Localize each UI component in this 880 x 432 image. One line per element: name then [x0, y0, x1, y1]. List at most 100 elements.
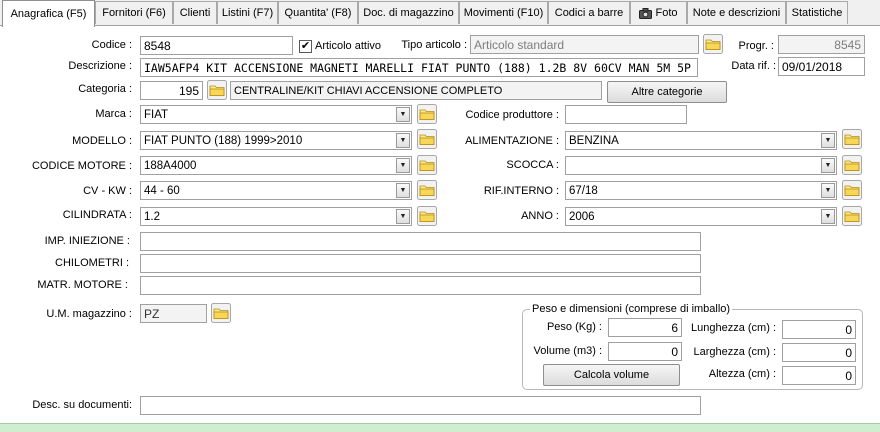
- larghezza-label: Larghezza (cm) :: [693, 346, 776, 358]
- marca-select[interactable]: FIAT ▼: [140, 105, 412, 124]
- alimentazione-select[interactable]: BENZINA ▼: [565, 131, 837, 150]
- tab-label: Codici a barre: [554, 7, 624, 19]
- codice-field[interactable]: 8548: [140, 36, 293, 55]
- folder-icon[interactable]: [417, 180, 437, 200]
- scocca-select[interactable]: ▼: [565, 156, 837, 175]
- folder-icon[interactable]: [842, 180, 862, 200]
- cv-kw-value: 44 - 60: [144, 185, 180, 197]
- rif-interno-select[interactable]: 67/18 ▼: [565, 181, 837, 200]
- dropdown-arrow-icon[interactable]: ▼: [396, 133, 410, 148]
- progr-field: 8545: [778, 35, 865, 54]
- tab-bar: Anagrafica (F5) Fornitori (F6) Clienti L…: [0, 0, 880, 27]
- tab-statistiche[interactable]: Statistiche: [786, 1, 848, 24]
- imp-iniezione-field[interactable]: [140, 232, 701, 251]
- codice-produttore-label: Codice produttore :: [465, 109, 559, 121]
- cv-kw-select[interactable]: 44 - 60 ▼: [140, 181, 412, 200]
- tab-divider: [0, 25, 880, 26]
- folder-icon[interactable]: [842, 155, 862, 175]
- codice-motore-select[interactable]: 188A4000 ▼: [140, 156, 412, 175]
- anno-select[interactable]: 2006 ▼: [565, 207, 837, 226]
- tab-fornitori[interactable]: Fornitori (F6): [95, 1, 173, 24]
- descrizione-label: Descrizione :: [68, 60, 132, 72]
- progr-label: Progr. :: [738, 40, 774, 52]
- folder-icon[interactable]: [211, 303, 231, 323]
- folder-icon[interactable]: [842, 129, 862, 149]
- codice-label: Codice :: [91, 39, 132, 51]
- dropdown-arrow-icon[interactable]: ▼: [821, 209, 835, 224]
- tab-note-descrizioni[interactable]: Note e descrizioni: [687, 1, 786, 24]
- status-bar: [0, 423, 880, 432]
- tab-label: Foto: [655, 7, 678, 19]
- tab-label: Quantita' (F8): [284, 7, 352, 19]
- volume-field[interactable]: 0: [608, 342, 682, 361]
- dropdown-arrow-icon[interactable]: ▼: [821, 133, 835, 148]
- tab-label: Movimenti (F10): [463, 7, 544, 19]
- peso-dimensioni-title: Peso e dimensioni (comprese di imballo): [530, 303, 733, 315]
- tab-listini[interactable]: Listini (F7): [217, 1, 278, 24]
- tab-quantita[interactable]: Quantita' (F8): [278, 1, 358, 24]
- articolo-attivo-checkbox[interactable]: ✔: [299, 40, 312, 53]
- alimentazione-value: BENZINA: [569, 135, 619, 147]
- anno-label: ANNO :: [521, 210, 559, 222]
- tipo-articolo-field[interactable]: Articolo standard: [470, 35, 699, 54]
- codice-motore-value: 188A4000: [144, 160, 197, 172]
- chilometri-field[interactable]: [140, 254, 701, 273]
- descrizione-field[interactable]: IAW5AFP4 KIT ACCENSIONE MAGNETI MARELLI …: [140, 58, 698, 77]
- categoria-code-field[interactable]: 195: [140, 81, 203, 100]
- um-magazzino-field[interactable]: PZ: [140, 304, 207, 323]
- folder-icon[interactable]: [417, 129, 437, 149]
- volume-label: Volume (m3) :: [533, 345, 602, 357]
- codice-produttore-field[interactable]: [565, 105, 687, 124]
- tab-anagrafica[interactable]: Anagrafica (F5): [2, 0, 95, 27]
- modello-select[interactable]: FIAT PUNTO (188) 1999>2010 ▼: [140, 131, 412, 150]
- articolo-attivo-label: Articolo attivo: [315, 40, 382, 52]
- dropdown-arrow-icon[interactable]: ▼: [396, 183, 410, 198]
- categoria-description: CENTRALINE/KIT CHIAVI ACCENSIONE COMPLET…: [230, 81, 602, 100]
- altezza-field[interactable]: 0: [782, 366, 856, 385]
- camera-icon: [639, 7, 653, 19]
- data-rif-field[interactable]: 09/01/2018: [778, 57, 865, 76]
- tab-label: Doc. di magazzino: [363, 7, 454, 19]
- dropdown-arrow-icon[interactable]: ▼: [396, 158, 410, 173]
- cilindrata-select[interactable]: 1.2 ▼: [140, 207, 412, 226]
- cilindrata-label: CILINDRATA :: [62, 209, 132, 221]
- larghezza-field[interactable]: 0: [782, 343, 856, 362]
- rif-interno-value: 67/18: [569, 185, 598, 197]
- folder-icon[interactable]: [417, 155, 437, 175]
- matr-motore-label: MATR. MOTORE :: [37, 279, 128, 291]
- altre-categorie-button[interactable]: Altre categorie: [607, 81, 727, 103]
- anno-value: 2006: [569, 211, 595, 223]
- lunghezza-label: Lunghezza (cm) :: [691, 322, 776, 334]
- lunghezza-field[interactable]: 0: [782, 320, 856, 339]
- data-rif-label: Data rif. :: [731, 60, 776, 72]
- peso-label: Peso (Kg) :: [546, 321, 602, 333]
- tab-label: Clienti: [179, 7, 211, 19]
- tab-codici-barre[interactable]: Codici a barre: [548, 1, 630, 24]
- folder-icon[interactable]: [417, 206, 437, 226]
- tab-clienti[interactable]: Clienti: [173, 1, 217, 24]
- tab-foto[interactable]: Foto: [630, 1, 687, 24]
- dropdown-arrow-icon[interactable]: ▼: [821, 158, 835, 173]
- tab-movimenti[interactable]: Movimenti (F10): [459, 1, 548, 24]
- calcola-volume-button[interactable]: Calcola volume: [543, 364, 680, 386]
- folder-icon[interactable]: [703, 34, 723, 54]
- matr-motore-field[interactable]: [140, 276, 701, 295]
- altezza-label: Altezza (cm) :: [708, 368, 776, 380]
- dropdown-arrow-icon[interactable]: ▼: [396, 107, 410, 122]
- um-magazzino-label: U.M. magazzino :: [46, 308, 132, 320]
- marca-value: FIAT: [144, 109, 169, 121]
- tab-label: Anagrafica (F5): [10, 8, 87, 20]
- tab-label: Fornitori (F6): [102, 7, 166, 19]
- peso-field[interactable]: 6: [608, 318, 682, 337]
- folder-icon[interactable]: [842, 206, 862, 226]
- folder-icon[interactable]: [207, 80, 227, 100]
- cilindrata-value: 1.2: [144, 211, 160, 223]
- folder-icon[interactable]: [417, 104, 437, 124]
- alimentazione-label: ALIMENTAZIONE :: [465, 135, 559, 147]
- chilometri-label: CHILOMETRI :: [55, 257, 129, 269]
- dropdown-arrow-icon[interactable]: ▼: [396, 209, 410, 224]
- tab-doc-magazzino[interactable]: Doc. di magazzino: [358, 1, 459, 24]
- desc-documenti-field[interactable]: [140, 396, 701, 415]
- categoria-label: Categoria :: [78, 83, 132, 95]
- dropdown-arrow-icon[interactable]: ▼: [821, 183, 835, 198]
